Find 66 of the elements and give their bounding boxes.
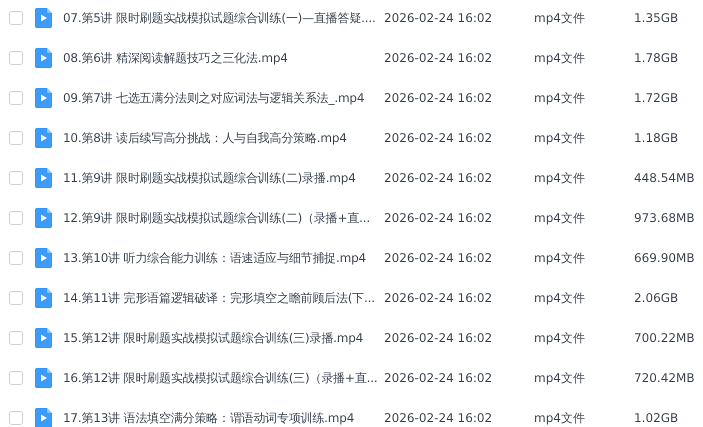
modified-date: 2026-02-24 16:02 — [384, 290, 494, 307]
file-size: 1.78GB — [634, 50, 678, 67]
file-name: 14.第11讲 完形语篇逻辑破译：完形填空之瞻前顾后法(下... — [63, 290, 376, 307]
checkbox[interactable] — [9, 251, 23, 265]
file-name: 10.第8讲 读后续写高分挑战：人与自我高分策略.mp4 — [63, 130, 348, 147]
checkbox[interactable] — [9, 11, 23, 25]
file-type: mp4文件 — [534, 130, 586, 147]
video-file-icon — [35, 328, 52, 348]
modified-date: 2026-02-24 16:02 — [384, 50, 494, 67]
file-name: 17.第13讲 语法填空满分策略：谓语动词专项训练.mp4 — [63, 410, 356, 427]
file-size: 720.42MB — [634, 370, 695, 387]
checkbox[interactable] — [9, 131, 23, 145]
modified-date: 2026-02-24 16:02 — [384, 170, 494, 187]
modified-date: 2026-02-24 16:02 — [384, 10, 494, 27]
file-type: mp4文件 — [534, 90, 586, 107]
file-name: 15.第12讲 限时刷题实战模拟试题综合训练(三)录播.mp4 — [63, 330, 364, 347]
checkbox[interactable] — [9, 211, 23, 225]
file-type: mp4文件 — [534, 370, 586, 387]
checkbox[interactable] — [9, 91, 23, 105]
video-file-icon — [35, 48, 52, 68]
video-file-icon — [35, 368, 52, 388]
modified-date: 2026-02-24 16:02 — [384, 90, 494, 107]
modified-date: 2026-02-24 16:02 — [384, 250, 494, 267]
file-name: 11.第9讲 限时刷题实战模拟试题综合训练(二)录播.mp4 — [63, 170, 357, 187]
file-size: 1.72GB — [634, 90, 678, 107]
checkbox[interactable] — [9, 411, 23, 425]
video-file-icon — [35, 128, 52, 148]
checkbox[interactable] — [9, 171, 23, 185]
file-type: mp4文件 — [534, 50, 586, 67]
video-file-icon — [35, 408, 52, 427]
file-type: mp4文件 — [534, 250, 586, 267]
video-file-icon — [35, 208, 52, 228]
file-type: mp4文件 — [534, 210, 586, 227]
file-size: 1.35GB — [634, 10, 678, 27]
file-size: 669.90MB — [634, 250, 695, 267]
checkbox[interactable] — [9, 51, 23, 65]
file-name: 08.第6讲 精深阅读解题技巧之三化法.mp4 — [63, 50, 289, 67]
file-name: 12.第9讲 限时刷题实战模拟试题综合训练(二)（录播+直... — [63, 210, 371, 227]
file-size: 1.02GB — [634, 410, 678, 427]
modified-date: 2026-02-24 16:02 — [384, 330, 494, 347]
video-file-icon — [35, 88, 52, 108]
modified-date: 2026-02-24 16:02 — [384, 370, 494, 387]
file-name: 09.第7讲 七选五满分法则之对应词法与逻辑关系法_.mp4 — [63, 90, 366, 107]
file-name: 13.第10讲 听力综合能力训练：语速适应与细节捕捉.mp4 — [63, 250, 367, 267]
file-size: 448.54MB — [634, 170, 695, 187]
modified-date: 2026-02-24 16:02 — [384, 410, 494, 427]
file-size: 2.06GB — [634, 290, 678, 307]
file-type: mp4文件 — [534, 410, 586, 427]
file-size: 1.18GB — [634, 130, 678, 147]
video-file-icon — [35, 8, 52, 28]
modified-date: 2026-02-24 16:02 — [384, 130, 494, 147]
file-type: mp4文件 — [534, 330, 586, 347]
file-type: mp4文件 — [534, 10, 586, 27]
file-type: mp4文件 — [534, 170, 586, 187]
checkbox[interactable] — [9, 331, 23, 345]
file-type: mp4文件 — [534, 290, 586, 307]
video-file-icon — [35, 288, 52, 308]
modified-date: 2026-02-24 16:02 — [384, 210, 494, 227]
video-file-icon — [35, 168, 52, 188]
file-name: 07.第5讲 限时刷题实战模拟试题综合训练(一)—直播答疑.... — [63, 10, 377, 27]
checkbox[interactable] — [9, 291, 23, 305]
file-name: 16.第12讲 限时刷题实战模拟试题综合训练(三)（录播+直... — [63, 370, 378, 387]
checkbox[interactable] — [9, 371, 23, 385]
file-size: 700.22MB — [634, 330, 695, 347]
file-size: 973.68MB — [634, 210, 695, 227]
video-file-icon — [35, 248, 52, 268]
